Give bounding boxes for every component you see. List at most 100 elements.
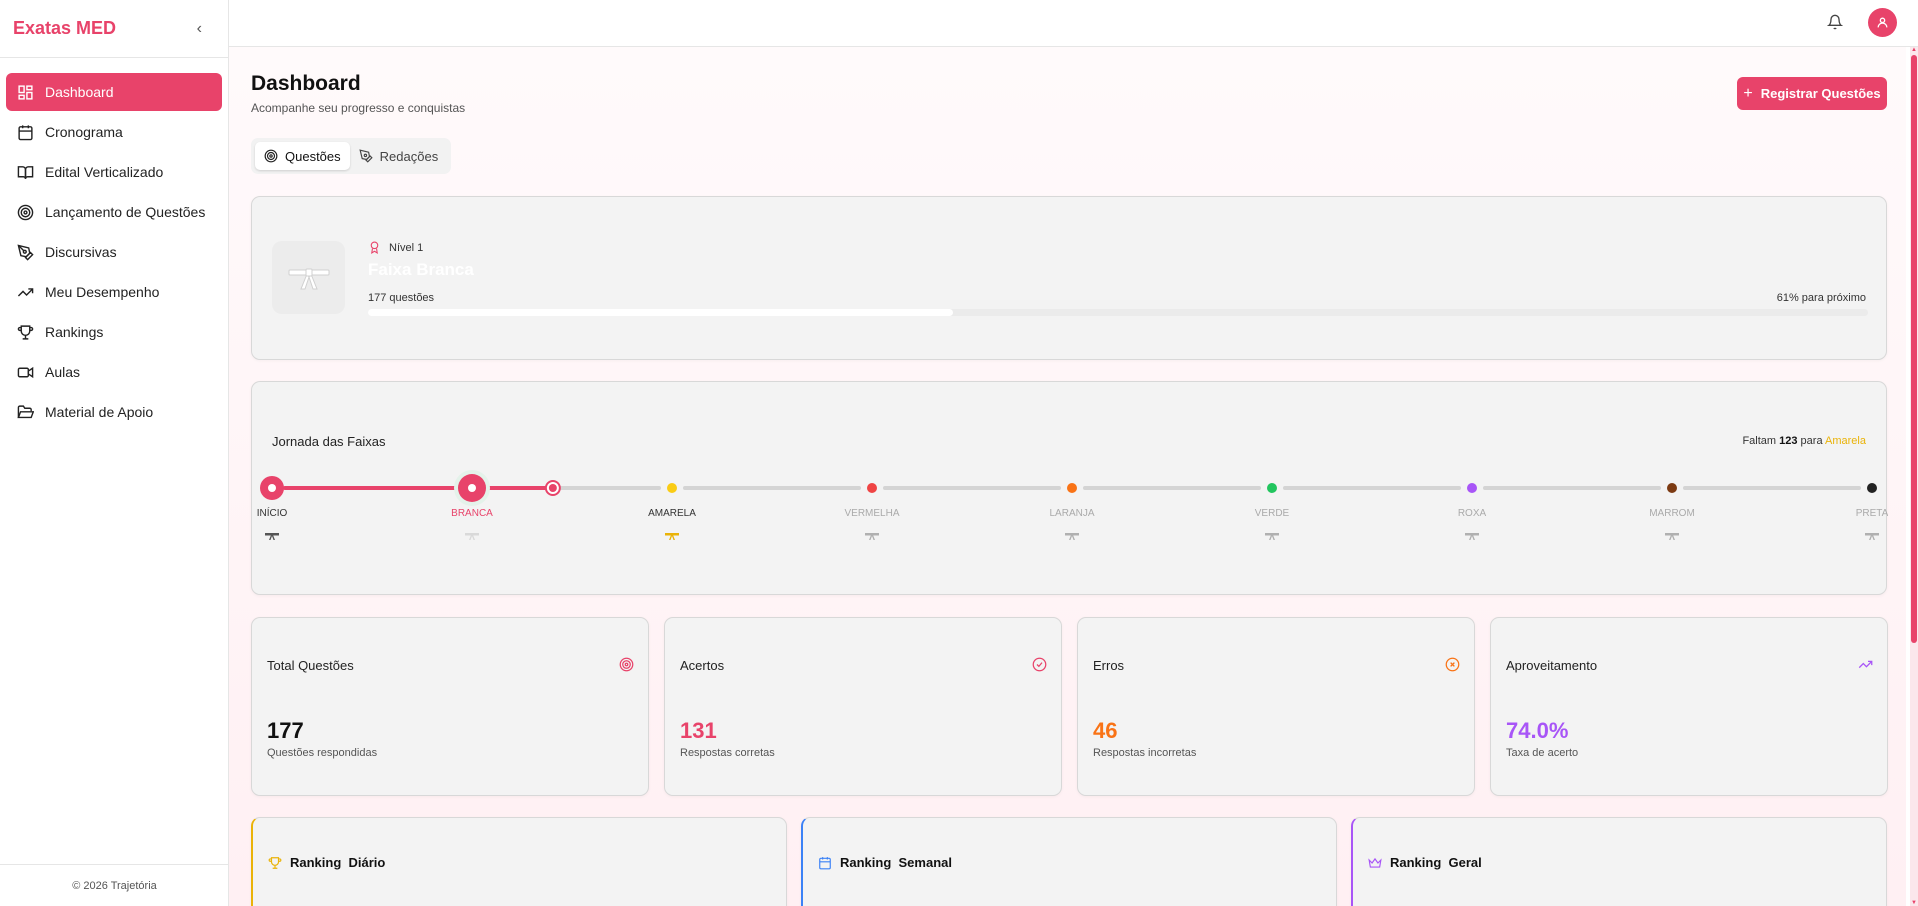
belt-icon xyxy=(1865,533,1879,540)
belt-icon xyxy=(1465,533,1479,540)
level-tag-label: Nível 1 xyxy=(389,241,424,254)
sidebar-item-label: Aulas xyxy=(45,364,81,380)
sidebar-item-edital[interactable]: Edital Verticalizado xyxy=(6,153,222,191)
award-icon xyxy=(370,241,379,254)
ranking-title: Ranking Semanal xyxy=(818,855,952,870)
journey-belt-label: MARROM xyxy=(1649,508,1695,519)
stat-label: Acertos xyxy=(680,658,725,673)
main-scrollbar[interactable]: ▲ ▼ xyxy=(1910,47,1918,906)
sidebar-item-discursivas[interactable]: Discursivas xyxy=(6,233,222,271)
stat-value: 74.0% xyxy=(1506,718,1569,743)
tab-questoes[interactable]: Questões xyxy=(255,142,350,170)
pen-tool-icon xyxy=(359,149,373,163)
calendar-icon xyxy=(819,856,831,869)
sidebar-item-material[interactable]: Material de Apoio xyxy=(6,393,222,431)
journey-node xyxy=(867,483,877,493)
ranking-card-daily: Ranking Diário xyxy=(251,817,787,906)
sidebar-nav: Dashboard Cronograma Edital Verticalizad… xyxy=(0,58,228,448)
dashboard-grid-icon xyxy=(18,84,33,100)
target-icon xyxy=(17,204,34,220)
belt-name: Faixa Branca xyxy=(368,260,474,279)
sidebar-item-label: Edital Verticalizado xyxy=(45,164,164,180)
journey-belt-label: LARANJA xyxy=(1049,508,1094,519)
journey-node xyxy=(1267,483,1277,493)
sidebar-item-aulas[interactable]: Aulas xyxy=(6,353,222,391)
sidebar-item-label: Material de Apoio xyxy=(45,404,154,420)
journey-belt-label: AMARELA xyxy=(648,508,696,519)
check-circle-icon xyxy=(1032,657,1047,672)
stat-card-total: Total Questões 177 Questões respondidas xyxy=(251,617,649,796)
stat-value: 177 xyxy=(267,718,304,743)
trophy-icon xyxy=(268,856,282,869)
ranking-title-label: Ranking Semanal xyxy=(840,855,952,870)
journey-belt-label: BRANCA xyxy=(451,508,493,519)
trophy-icon xyxy=(17,324,34,340)
stat-description: Respostas corretas xyxy=(680,747,775,759)
journey-node xyxy=(667,483,677,493)
journey-track: INÍCIO BRANCA AMARELA VERMELHA LARANJA VERDE R… xyxy=(257,470,1888,540)
pen-tool-icon xyxy=(17,243,34,261)
trending-up-icon xyxy=(1858,660,1873,669)
tab-label: Questões xyxy=(285,148,341,164)
ranking-title: Ranking Diário xyxy=(268,855,385,870)
journey-progress-marker-dot xyxy=(548,484,557,492)
sidebar-item-cronograma[interactable]: Cronograma xyxy=(6,113,222,151)
next-level-percent: 61% para próximo xyxy=(1776,292,1866,304)
x-circle-icon xyxy=(1445,657,1460,672)
user-icon xyxy=(1877,17,1888,28)
journey-belt-label: VERDE xyxy=(1255,508,1290,519)
journey-node-center xyxy=(268,484,276,492)
register-questions-button[interactable]: + Registrar Questões xyxy=(1737,77,1887,110)
video-icon xyxy=(17,366,34,378)
ranking-title: Ranking Geral xyxy=(1368,855,1482,870)
sidebar-item-label: Discursivas xyxy=(45,244,117,260)
journey-node xyxy=(1667,483,1677,493)
tabs: Questões Redações xyxy=(251,138,451,174)
journey-node xyxy=(1067,483,1077,493)
page-title: Dashboard xyxy=(251,72,361,95)
sidebar-item-lancamento[interactable]: Lançamento de Questões xyxy=(6,193,222,231)
journey-belt-label: PRETA xyxy=(1856,508,1888,519)
stat-card-erros: Erros 46 Respostas incorretas xyxy=(1077,617,1475,796)
ranking-title-label: Ranking Geral xyxy=(1390,855,1482,870)
scrollbar-thumb[interactable] xyxy=(1911,55,1917,643)
sidebar-footer: © 2026 Trajetória xyxy=(0,864,229,906)
main-content: Dashboard Acompanhe seu progresso e conq… xyxy=(229,47,1906,906)
sidebar-item-label: Meu Desempenho xyxy=(45,284,160,300)
journey-node xyxy=(1467,483,1477,493)
stat-value: 46 xyxy=(1093,718,1118,743)
belt-icon xyxy=(1065,533,1079,540)
sidebar-item-desempenho[interactable]: Meu Desempenho xyxy=(6,273,222,311)
stat-label: Aproveitamento xyxy=(1506,658,1598,673)
tab-redacoes[interactable]: Redações xyxy=(350,142,448,170)
belt-icon xyxy=(665,533,679,540)
stat-description: Respostas incorretas xyxy=(1093,747,1197,759)
belt-icon xyxy=(265,533,279,540)
ranking-card-general: Ranking Geral xyxy=(1351,817,1887,906)
plus-icon: + xyxy=(1743,84,1753,102)
target-icon xyxy=(264,149,278,163)
brand-logo[interactable]: Exatas MED xyxy=(13,18,116,39)
belt-icon xyxy=(465,533,479,540)
stat-label: Total Questões xyxy=(267,658,354,673)
sidebar-item-rankings[interactable]: Rankings xyxy=(6,313,222,351)
book-open-icon xyxy=(17,165,34,179)
scroll-down-arrow[interactable]: ▼ xyxy=(1910,900,1918,906)
belt-icon xyxy=(1265,533,1279,540)
chevron-left-icon[interactable]: ‹ xyxy=(197,20,202,38)
journey-belt-label: VERMELHA xyxy=(844,508,899,519)
crown-icon xyxy=(1368,857,1382,868)
folder-open-icon xyxy=(17,404,34,418)
bell-icon[interactable] xyxy=(1827,14,1843,30)
scroll-up-arrow[interactable]: ▲ xyxy=(1910,47,1918,53)
belt-image xyxy=(272,241,345,314)
white-belt-icon xyxy=(288,268,329,289)
page-subtitle: Acompanhe seu progresso e conquistas xyxy=(251,101,466,115)
stat-label: Erros xyxy=(1093,658,1125,673)
sidebar-item-dashboard[interactable]: Dashboard xyxy=(6,73,222,111)
belt-icon xyxy=(865,533,879,540)
avatar[interactable] xyxy=(1868,8,1897,37)
tab-label: Redações xyxy=(379,148,439,164)
stat-value: 131 xyxy=(680,718,717,743)
level-progress-fill xyxy=(368,309,953,316)
